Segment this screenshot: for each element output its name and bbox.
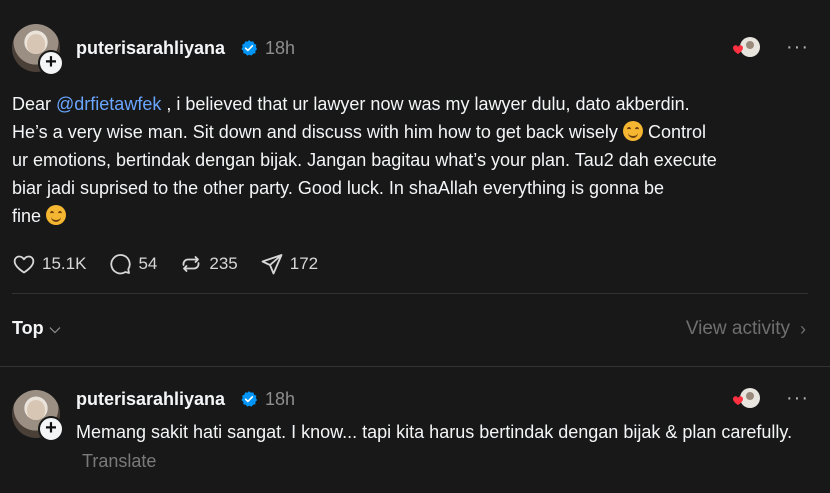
chevron-right-icon: › [800, 318, 806, 339]
share-button[interactable]: 172 [260, 252, 318, 276]
post-body-line-1: , i believed that ur lawyer now was my l… [161, 94, 690, 114]
repost-count: 235 [209, 254, 238, 273]
post-body-line-3: ur emotions, bertindak dengan bijak. Jan… [12, 150, 717, 170]
replies-divider [0, 366, 830, 367]
liked-by-author-icon [733, 388, 760, 408]
mention-link[interactable]: @drfietawfek [56, 94, 161, 114]
post-body-line-2: He’s a very wise man. Sit down and discu… [12, 122, 618, 142]
reply-time[interactable]: 18h [265, 389, 295, 410]
post-body-line-5: fine [12, 206, 42, 226]
plus-icon[interactable]: + [38, 416, 64, 442]
avatar-face [27, 34, 45, 54]
repost-icon [182, 256, 200, 272]
more-icon[interactable]: ··· [786, 36, 809, 59]
post-divider [12, 293, 808, 294]
more-icon[interactable]: ··· [786, 387, 809, 410]
verified-badge-icon [241, 391, 258, 407]
view-activity-link[interactable]: View activity › [686, 318, 806, 340]
sort-label: Top [12, 318, 44, 338]
verified-badge-icon [241, 40, 258, 56]
comment-icon [110, 254, 132, 275]
post-body: Dear @drfietawfek , i believed that ur l… [12, 90, 812, 230]
repost-button[interactable]: 235 [179, 252, 238, 276]
chevron-down-icon: ⌵ [49, 320, 61, 336]
post-username[interactable]: puterisarahliyana [76, 38, 225, 59]
reply-username[interactable]: puterisarahliyana [76, 389, 225, 410]
view-activity-label: View activity [685, 318, 790, 339]
smile-emoji [622, 121, 643, 141]
author-avatar[interactable]: + [12, 24, 64, 76]
share-icon [261, 254, 283, 275]
translate-link[interactable]: Translate [82, 451, 156, 471]
reply-body: Memang sakit hati sangat. I know... tapi… [76, 418, 816, 476]
avatar-face [27, 400, 45, 420]
comment-button[interactable]: 54 [108, 252, 157, 276]
like-button[interactable]: 15.1K [12, 252, 86, 276]
post-body-line-2-tail: Control [642, 122, 706, 142]
heart-icon [13, 255, 35, 274]
share-count: 172 [289, 254, 319, 273]
post-body-line-4: biar jadi suprised to the other party. G… [12, 178, 665, 198]
plus-icon[interactable]: + [38, 50, 64, 76]
liked-by-author-icon [733, 37, 760, 57]
post-actions: 15.1K 54 235 172 [12, 252, 340, 276]
reply-text: Memang sakit hati sangat. I know... tapi… [76, 422, 793, 442]
sort-dropdown[interactable]: Top ⌵ [12, 318, 60, 339]
post-body-prefix: Dear [12, 94, 57, 114]
post-time[interactable]: 18h [265, 38, 295, 59]
reply-author-avatar[interactable]: + [12, 390, 64, 442]
smile-emoji [46, 205, 67, 225]
comment-count: 54 [138, 254, 158, 273]
like-count: 15.1K [42, 254, 87, 273]
